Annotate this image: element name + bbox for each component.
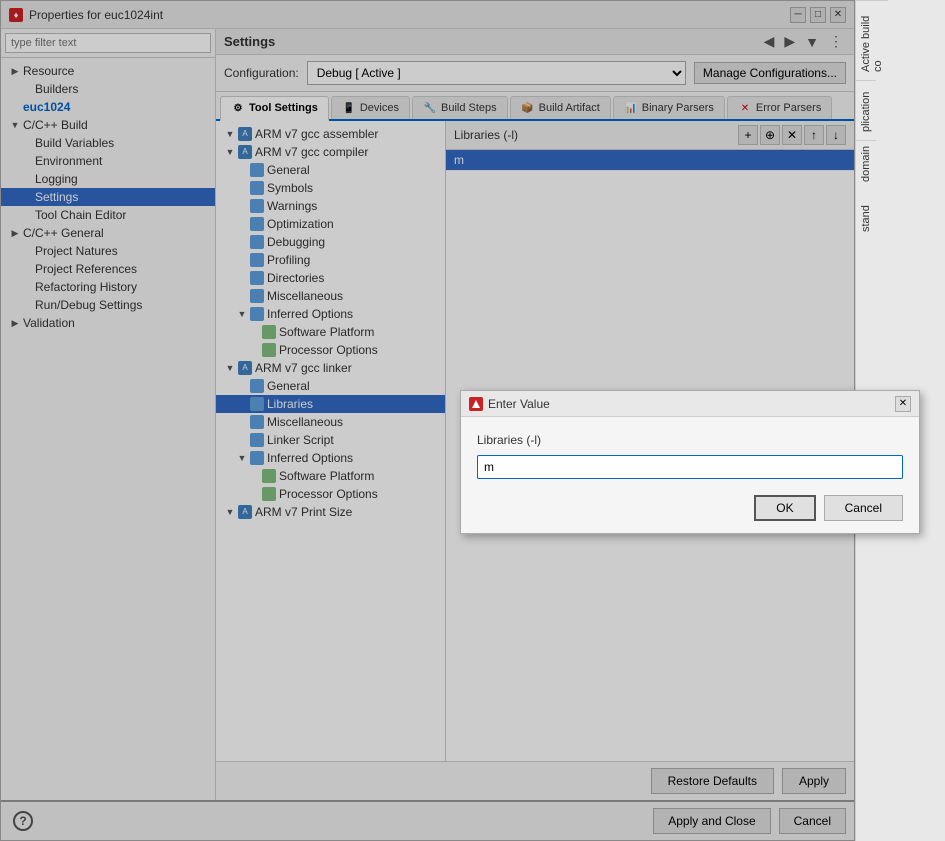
right-side-label-1: Active build co [856, 0, 888, 80]
enter-value-dialog: Enter Value ✕ Libraries (-l) OK Cancel [460, 390, 920, 534]
dialog-ok-button[interactable]: OK [754, 495, 815, 521]
dialog-title-bar: Enter Value ✕ [461, 391, 919, 417]
right-side-label-4: stand [856, 190, 876, 240]
dialog-body: Libraries (-l) [461, 417, 919, 495]
dialog-field-label: Libraries (-l) [477, 433, 903, 447]
dialog-title-left: Enter Value [469, 397, 550, 411]
dialog-value-input[interactable] [477, 455, 903, 479]
dialog-cancel-button[interactable]: Cancel [824, 495, 903, 521]
dialog-title-text: Enter Value [488, 397, 550, 411]
right-side-label-2: plication [856, 80, 876, 140]
dialog-close-button[interactable]: ✕ [895, 396, 911, 412]
right-side-label-3: domain [856, 140, 876, 190]
dialog-app-icon [469, 397, 483, 411]
dialog-footer: OK Cancel [461, 495, 919, 533]
